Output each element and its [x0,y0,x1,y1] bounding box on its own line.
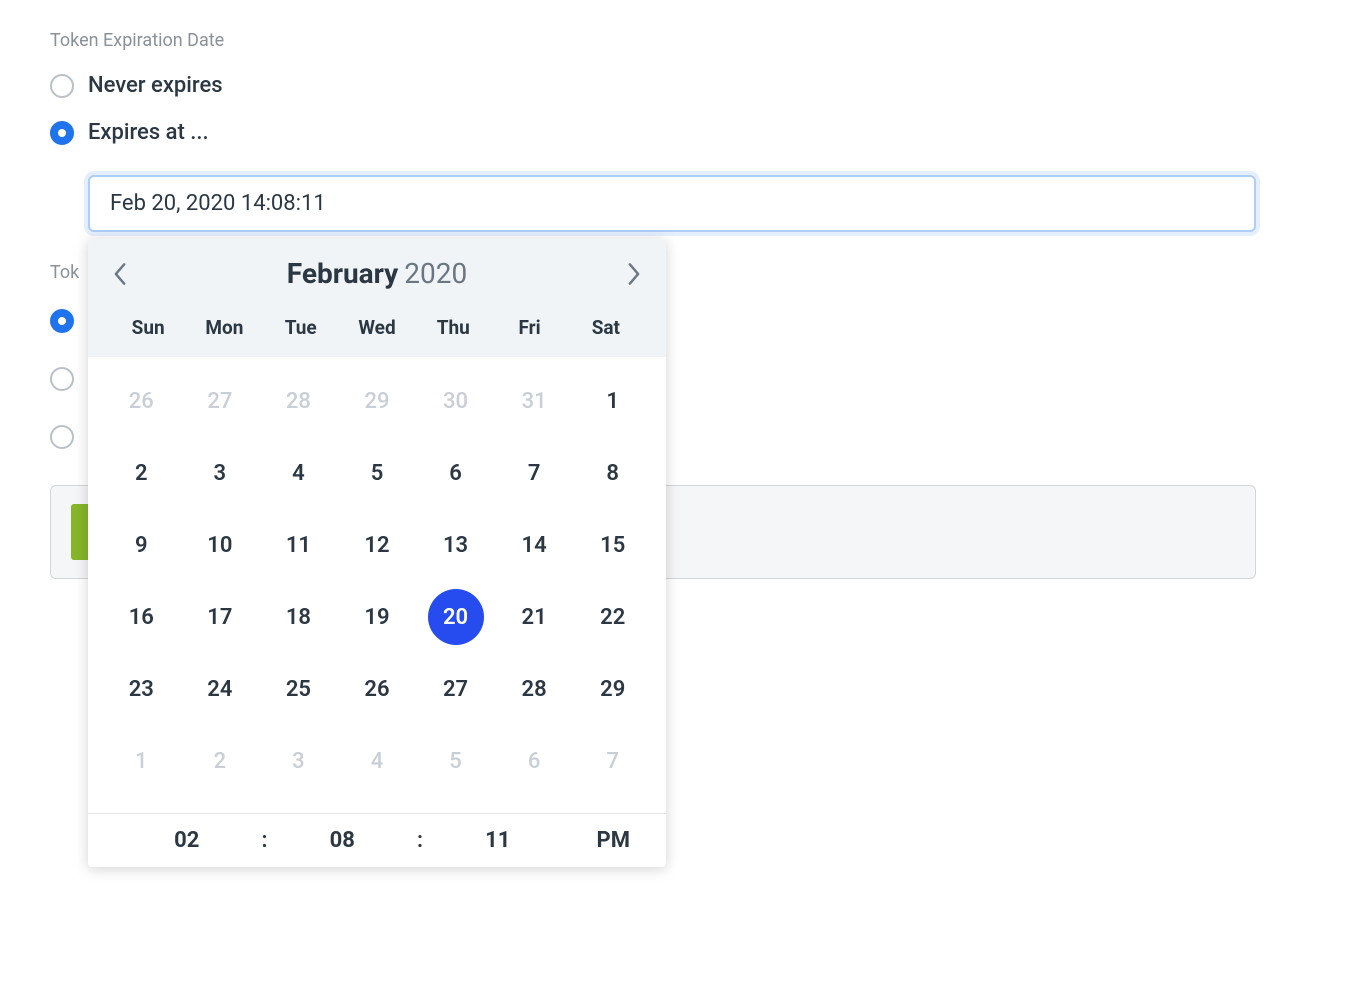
section-title: Token Expiration Date [50,30,1314,51]
never-expires-option[interactable]: Never expires [50,73,1314,98]
time-colon: : [256,828,274,853]
calendar-day-cell[interactable]: 14 [495,509,574,581]
radio-selected-icon [50,309,74,333]
date-picker-popover: February2020 SunMonTueWedThuFriSat 26272… [88,239,666,867]
calendar-weekday-header: Sat [568,306,644,353]
calendar-weekday-header: Thu [415,306,491,353]
time-colon: : [411,828,429,853]
calendar-day-cell[interactable]: 28 [495,653,574,725]
calendar-day-cell[interactable]: 1 [573,365,652,437]
radio-icon [50,74,74,98]
chevron-right-icon [627,263,641,285]
calendar-year: 2020 [404,257,467,290]
calendar-day-cell[interactable]: 31 [495,365,574,437]
calendar-day-cell[interactable]: 12 [338,509,417,581]
calendar-day-cell[interactable]: 8 [573,437,652,509]
calendar-day-cell[interactable]: 5 [416,725,495,797]
calendar-day-cell[interactable]: 9 [102,509,181,581]
calendar-day-cell[interactable]: 2 [181,725,260,797]
calendar-next-button[interactable] [624,264,644,284]
calendar-day-cell[interactable]: 6 [495,725,574,797]
calendar-day-cell[interactable]: 29 [338,365,417,437]
time-picker-row: 02 : 08 : 11 PM [88,813,666,867]
calendar-day-cell[interactable]: 24 [181,653,260,725]
expiration-date-input[interactable] [88,175,1256,232]
calendar-day-cell[interactable]: 7 [573,725,652,797]
calendar-weekday-header: Sun [110,306,186,353]
calendar-month: February [287,257,398,290]
calendar-day-cell[interactable]: 3 [181,437,260,509]
calendar-day-cell[interactable]: 18 [259,581,338,653]
radio-selected-icon [50,121,74,145]
time-second[interactable]: 11 [429,828,567,853]
calendar-weekday-header: Fri [491,306,567,353]
calendar-day-cell[interactable]: 13 [416,509,495,581]
calendar-day-cell[interactable]: 10 [181,509,260,581]
calendar-day-cell[interactable]: 6 [416,437,495,509]
time-hour[interactable]: 02 [118,828,256,853]
calendar-day-cell[interactable]: 28 [259,365,338,437]
calendar-day-cell[interactable]: 3 [259,725,338,797]
radio-label: Expires at ... [88,120,209,145]
calendar-weekday-header: Mon [186,306,262,353]
calendar-day-cell[interactable]: 25 [259,653,338,725]
calendar-day-cell[interactable]: 4 [259,437,338,509]
calendar-day-cell[interactable]: 27 [416,653,495,725]
radio-label: Never expires [88,73,223,98]
chevron-left-icon [113,263,127,285]
calendar-day-cell[interactable]: 27 [181,365,260,437]
calendar-day-cell[interactable]: 21 [495,581,574,653]
calendar-day-cell[interactable]: 5 [338,437,417,509]
calendar-day-cell[interactable]: 7 [495,437,574,509]
calendar-day-cell[interactable]: 16 [102,581,181,653]
calendar-day-cell[interactable]: 23 [102,653,181,725]
calendar-day-cell[interactable]: 29 [573,653,652,725]
radio-icon [50,425,74,449]
expires-at-option[interactable]: Expires at ... [50,120,1314,145]
calendar-day-cell[interactable]: 26 [102,365,181,437]
time-ampm[interactable]: PM [567,828,636,853]
calendar-day-cell[interactable]: 19 [338,581,417,653]
calendar-day-cell[interactable]: 11 [259,509,338,581]
calendar-title[interactable]: February2020 [287,257,467,290]
time-minute[interactable]: 08 [274,828,412,853]
calendar-weekday-header: Wed [339,306,415,353]
radio-icon [50,367,74,391]
calendar-day-cell[interactable]: 2 [102,437,181,509]
calendar-prev-button[interactable] [110,264,130,284]
calendar-day-cell[interactable]: 15 [573,509,652,581]
calendar-day-cell[interactable]: 26 [338,653,417,725]
green-strip-indicator [71,504,89,560]
calendar-weekday-header: Tue [263,306,339,353]
calendar-day-cell[interactable]: 1 [102,725,181,797]
calendar-day-cell[interactable]: 22 [573,581,652,653]
calendar-day-cell[interactable]: 30 [416,365,495,437]
calendar-day-cell[interactable]: 20 [416,581,495,653]
calendar-day-cell[interactable]: 17 [181,581,260,653]
calendar-day-cell[interactable]: 4 [338,725,417,797]
